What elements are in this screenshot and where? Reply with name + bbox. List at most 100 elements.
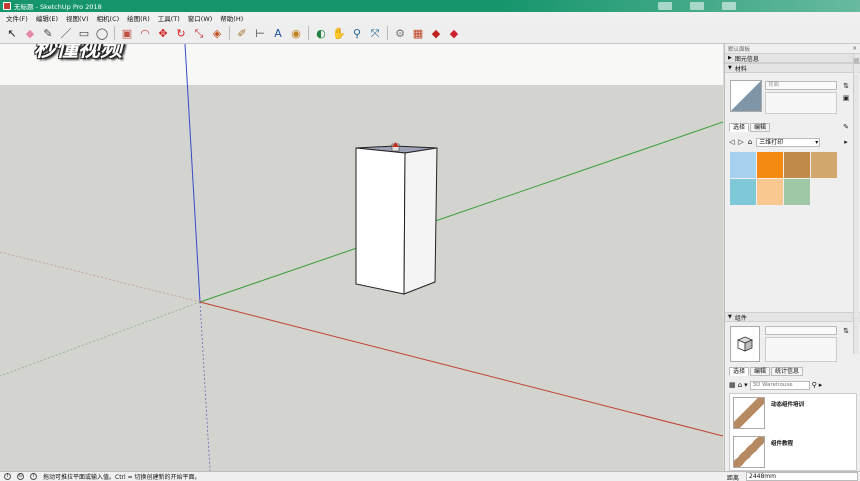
- materials-tabs: 选择 编辑: [729, 123, 771, 132]
- model-viewport[interactable]: 秒懂视频: [0, 44, 723, 471]
- details-menu-icon[interactable]: ▸: [819, 381, 823, 389]
- material-swatch[interactable]: [757, 152, 783, 178]
- details-menu-icon[interactable]: ▸: [842, 138, 850, 146]
- green-axis-solid: [199, 121, 723, 303]
- home-icon[interactable]: ⌂: [748, 138, 752, 146]
- menu-file[interactable]: 文件(F): [2, 13, 32, 23]
- search-icon[interactable]: ⚲: [812, 381, 817, 389]
- default-tray: 默认面板 ✕ ▶ 图元信息 ✕ ▼ 材料 ✕ 背面 ⇅ ▣ 选择 编辑 ✎ ◁ …: [724, 44, 860, 471]
- window-title: 无标题 - SketchUp Pro 2018: [14, 3, 102, 11]
- zoom-extents-icon[interactable]: ⤧: [367, 25, 383, 41]
- dimension-tool-icon[interactable]: ⊢: [252, 25, 268, 41]
- geolocation-icon[interactable]: i: [4, 473, 11, 480]
- sample-paint-icon[interactable]: ✎: [842, 123, 850, 131]
- materials-nav-row: ◁ ▷ ⌂ 三维打印: [729, 137, 839, 147]
- move-tool-icon[interactable]: ✥: [155, 25, 171, 41]
- ruby-icon[interactable]: ◆: [446, 25, 462, 41]
- measurement-box[interactable]: 2448mm: [746, 472, 858, 481]
- pencil-tool-icon[interactable]: ✎: [40, 25, 56, 41]
- pan-tool-icon[interactable]: ✋: [331, 25, 347, 41]
- box-front-face[interactable]: [355, 147, 406, 295]
- material-swatch[interactable]: [730, 152, 756, 178]
- eraser-tool-icon[interactable]: ◆: [22, 25, 38, 41]
- status-message: 拖动可推拉平面或输入值。Ctrl = 切换创建新的开始平面。: [43, 474, 201, 481]
- expand-triangle-icon: ▼: [728, 65, 732, 71]
- tape-measure-icon[interactable]: ✐: [234, 25, 250, 41]
- rotate-tool-icon[interactable]: ↻: [173, 25, 189, 41]
- scrollbar-thumb[interactable]: [854, 58, 859, 64]
- paint-bucket-icon[interactable]: ◉: [288, 25, 304, 41]
- components-tab-select[interactable]: 选择: [729, 367, 750, 376]
- pushpull-cursor-icon: [391, 142, 400, 152]
- tray-close-icon[interactable]: ✕: [852, 46, 857, 52]
- green-axis-dashed: [0, 301, 201, 377]
- zoom-tool-icon[interactable]: ⚲: [349, 25, 365, 41]
- component-thumbnail: [733, 436, 765, 468]
- material-description-box: [765, 92, 837, 114]
- material-swatch[interactable]: [757, 179, 783, 205]
- material-library-select[interactable]: 三维打印: [756, 137, 821, 147]
- scale-tool-icon[interactable]: ⤡: [191, 25, 207, 41]
- components-tab-edit[interactable]: 编辑: [750, 367, 771, 376]
- create-material-icon[interactable]: ▣: [842, 94, 850, 102]
- list-item[interactable]: 动态组件培训: [733, 397, 857, 433]
- material-swatch[interactable]: [784, 152, 810, 178]
- credits-icon[interactable]: ©: [17, 473, 24, 480]
- select-tool-icon[interactable]: ↖: [4, 25, 20, 41]
- close-button[interactable]: [722, 2, 736, 10]
- blue-axis-solid: [184, 44, 201, 303]
- forward-arrow-icon[interactable]: ▷: [738, 138, 743, 146]
- component-preview: [730, 326, 760, 362]
- entity-info-panel-header[interactable]: ▶ 图元信息 ✕: [725, 53, 860, 63]
- home-icon[interactable]: ⌂: [738, 381, 742, 389]
- components-tabs: 选择 编辑 统计信息: [729, 367, 804, 376]
- warehouse-icon[interactable]: ⚙: [392, 25, 408, 41]
- toolbar-separator: [229, 26, 230, 40]
- dropdown-arrow-icon[interactable]: ▾: [744, 381, 748, 389]
- display-secondary-icon[interactable]: ⇅: [842, 327, 850, 335]
- blue-axis-dashed: [199, 301, 211, 471]
- list-item[interactable]: 组件教程: [733, 436, 857, 472]
- material-name-field[interactable]: 背面: [765, 81, 837, 90]
- pushpull-tool-icon[interactable]: ▣: [119, 25, 135, 41]
- toolbar-separator: [114, 26, 115, 40]
- orbit-tool-icon[interactable]: ◐: [313, 25, 329, 41]
- offset-tool-icon[interactable]: ◈: [209, 25, 225, 41]
- components-panel-header[interactable]: ▼ 组件 ✕: [725, 312, 860, 322]
- line-tool-icon[interactable]: ／: [58, 25, 74, 41]
- component-name-field[interactable]: [765, 326, 837, 335]
- menu-window[interactable]: 窗口(W): [184, 13, 217, 23]
- maximize-button[interactable]: [690, 2, 704, 10]
- menu-draw[interactable]: 绘图(R): [123, 13, 154, 23]
- menu-edit[interactable]: 编辑(E): [32, 13, 62, 23]
- text-tool-icon[interactable]: A: [270, 25, 286, 41]
- materials-panel-header[interactable]: ▼ 材料 ✕: [725, 63, 860, 73]
- material-swatch[interactable]: [811, 152, 837, 178]
- materials-tab-edit[interactable]: 编辑: [750, 123, 771, 132]
- display-secondary-icon[interactable]: ⇅: [842, 82, 850, 90]
- menu-view[interactable]: 视图(V): [62, 13, 93, 23]
- rectangle-tool-icon[interactable]: ▭: [76, 25, 92, 41]
- components-tab-statistics[interactable]: 统计信息: [771, 367, 804, 376]
- toolbar-separator: [387, 26, 388, 40]
- component-icon[interactable]: ▦: [410, 25, 426, 41]
- material-swatch[interactable]: [784, 179, 810, 205]
- warehouse-search-input[interactable]: [749, 380, 810, 390]
- cube-icon: [736, 336, 754, 352]
- minimize-button[interactable]: [658, 2, 672, 10]
- back-arrow-icon[interactable]: ◁: [729, 138, 734, 146]
- tray-scrollbar[interactable]: [853, 54, 859, 354]
- materials-tab-select[interactable]: 选择: [729, 123, 750, 132]
- instructor-icon[interactable]: ?: [30, 473, 37, 480]
- extension-icon[interactable]: ◆: [428, 25, 444, 41]
- arc-tool-icon[interactable]: ◠: [137, 25, 153, 41]
- view-options-icon[interactable]: ▦: [729, 381, 736, 389]
- box-side-face[interactable]: [403, 147, 438, 295]
- menu-tools[interactable]: 工具(T): [154, 13, 184, 23]
- circle-tool-icon[interactable]: ◯: [94, 25, 110, 41]
- scene-canvas[interactable]: [0, 44, 723, 471]
- menu-camera[interactable]: 相机(C): [93, 13, 124, 23]
- material-preview: [730, 80, 762, 112]
- material-swatch[interactable]: [730, 179, 756, 205]
- menu-help[interactable]: 帮助(H): [216, 13, 247, 23]
